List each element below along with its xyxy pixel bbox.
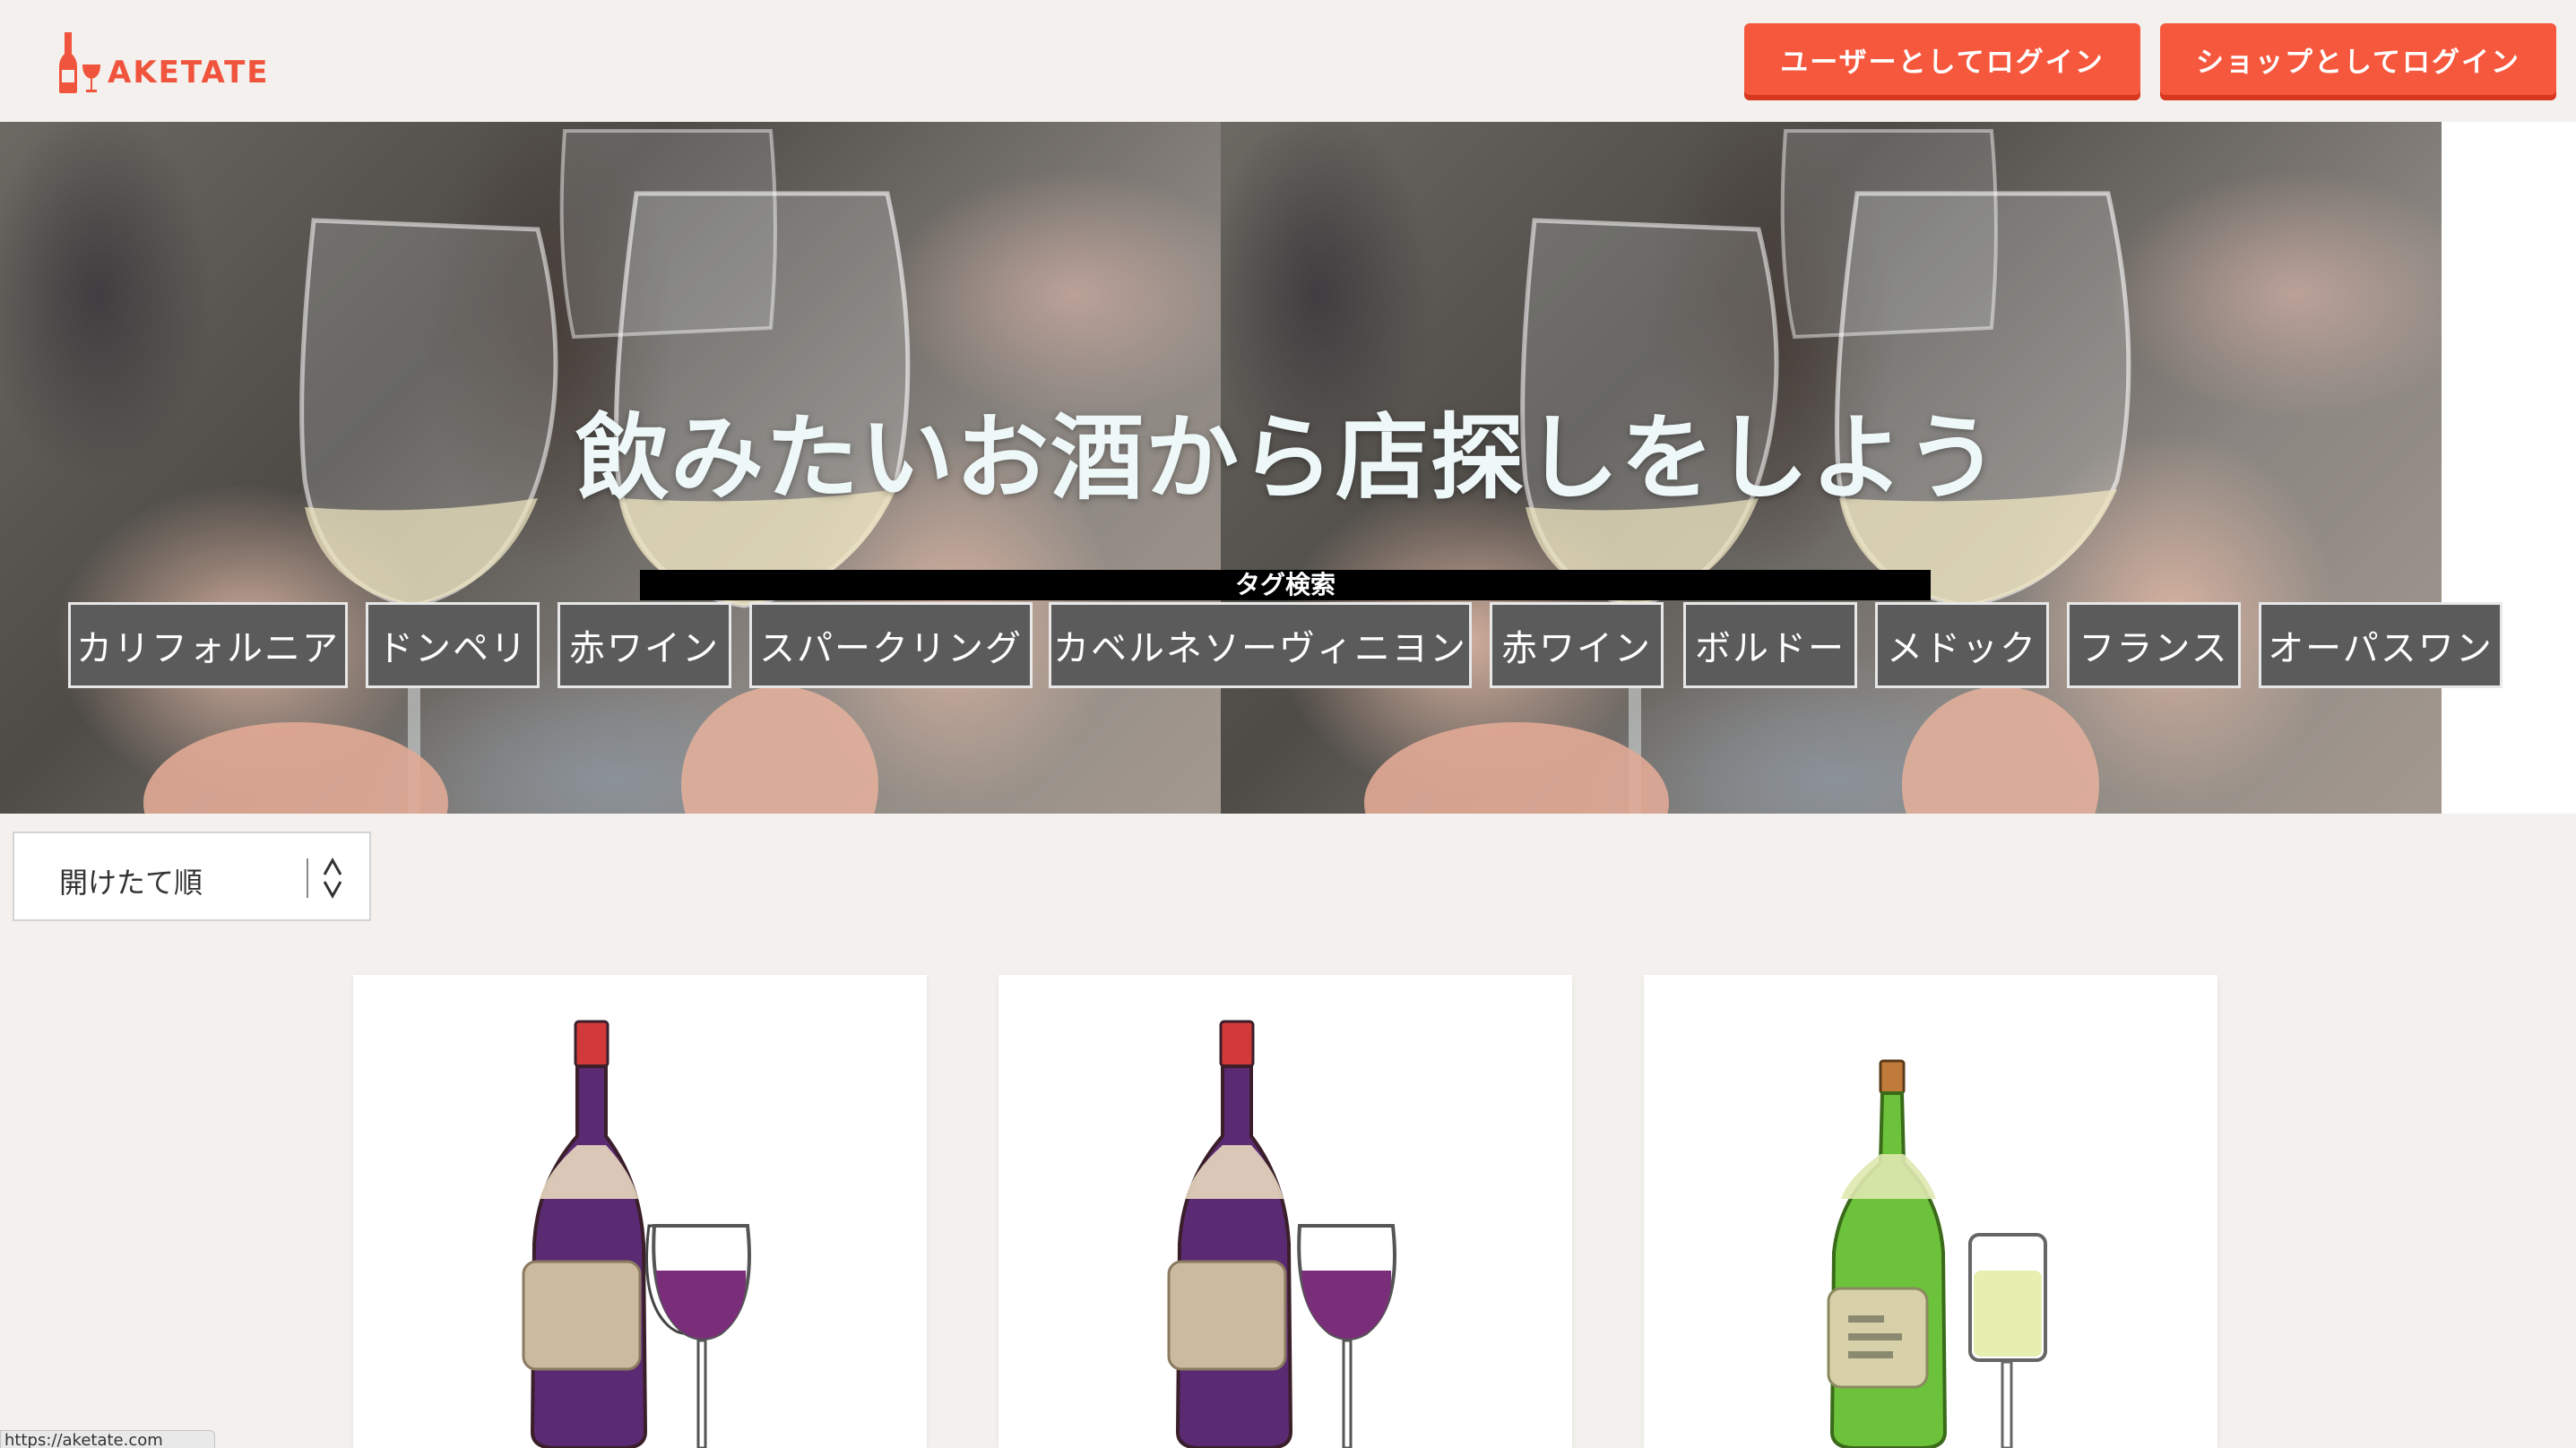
up-down-arrows-icon bbox=[323, 857, 342, 900]
logo-text: AKETATE bbox=[108, 55, 270, 90]
sort-select[interactable]: 開けたて順 bbox=[13, 832, 371, 921]
login-as-user-button[interactable]: ユーザーとしてログイン bbox=[1744, 23, 2140, 95]
wine-card[interactable] bbox=[1644, 975, 2217, 1448]
tag-button[interactable]: メドック bbox=[1875, 602, 2049, 688]
tag-button[interactable]: 赤ワイン bbox=[558, 602, 731, 688]
logo[interactable]: AKETATE bbox=[57, 20, 270, 95]
tag-search-title: タグ検索 bbox=[640, 570, 1931, 600]
tag-button[interactable]: ドンペリ bbox=[366, 602, 540, 688]
tag-button[interactable]: スパークリング bbox=[749, 602, 1033, 688]
sparkling-wine-illustration-icon bbox=[1827, 1059, 2047, 1448]
hero-title: 飲みたいお酒から店探しをしよう bbox=[575, 403, 2001, 513]
login-as-shop-button[interactable]: ショップとしてログイン bbox=[2160, 23, 2556, 95]
red-wine-illustration-icon bbox=[522, 1020, 751, 1448]
select-divider bbox=[307, 858, 308, 898]
header: AKETATE ユーザーとしてログイン ショップとしてログイン bbox=[0, 0, 2576, 122]
red-wine-illustration-icon bbox=[1167, 1020, 1396, 1448]
tag-button[interactable]: カベルネソーヴィニヨン bbox=[1049, 602, 1472, 688]
tag-button[interactable]: フランス bbox=[2067, 602, 2241, 688]
status-bar-url: https://aketate.com bbox=[0, 1430, 215, 1448]
tag-button[interactable]: カリフォルニア bbox=[68, 602, 348, 688]
hero-banner: 飲みたいお酒から店探しをしよう タグ検索 カリフォルニア ドンペリ 赤ワイン ス… bbox=[0, 122, 2576, 814]
wine-card[interactable] bbox=[998, 975, 1572, 1448]
wine-bottle-logo-icon bbox=[59, 32, 100, 93]
tag-button[interactable]: オーパスワン bbox=[2259, 602, 2503, 688]
tag-button[interactable]: 赤ワイン bbox=[1490, 602, 1664, 688]
sort-selected-value: 開けたて順 bbox=[59, 866, 203, 900]
wine-card[interactable] bbox=[353, 975, 927, 1448]
tag-button[interactable]: ボルドー bbox=[1683, 602, 1857, 688]
